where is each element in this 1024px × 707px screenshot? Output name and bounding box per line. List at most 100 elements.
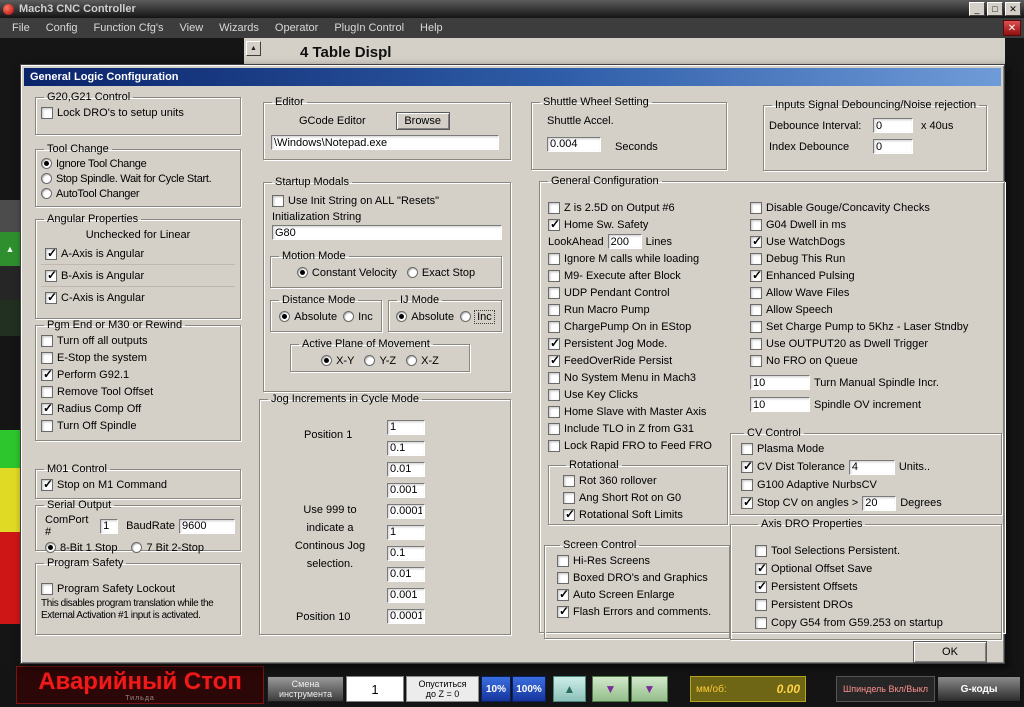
checkbox[interactable]	[563, 507, 575, 521]
menu-wizards[interactable]: Wizards	[211, 20, 267, 36]
feed-100-percent-button[interactable]: 100%	[512, 676, 546, 702]
text-input[interactable]	[387, 440, 425, 456]
checkbox[interactable]	[548, 353, 560, 367]
checkbox[interactable]	[272, 194, 284, 207]
checkbox[interactable]	[41, 334, 53, 347]
checkbox[interactable]	[41, 367, 53, 381]
scroll-up-icon[interactable]: ▲	[246, 41, 261, 56]
raise-button[interactable]: ▲	[553, 676, 586, 702]
checkbox[interactable]	[548, 336, 560, 350]
radio-button[interactable]	[279, 311, 291, 322]
checkbox[interactable]	[548, 217, 560, 231]
checkbox[interactable]	[750, 218, 762, 231]
checkbox[interactable]	[41, 106, 53, 119]
checkbox[interactable]	[557, 604, 569, 618]
text-input[interactable]	[750, 375, 810, 390]
text-input[interactable]	[862, 495, 897, 511]
menu-plugin-control[interactable]: PlugIn Control	[326, 20, 412, 36]
menu-operator[interactable]: Operator	[267, 20, 326, 36]
shuttle-accel-input[interactable]	[547, 136, 601, 152]
editor-path-input[interactable]	[271, 135, 499, 150]
radio-button[interactable]	[41, 188, 52, 199]
text-input[interactable]	[387, 566, 425, 582]
screen-close-icon[interactable]: ✕	[1003, 20, 1021, 36]
checkbox[interactable]	[41, 419, 53, 432]
tool-change-button[interactable]: Смена инструмента	[267, 676, 344, 702]
text-input[interactable]	[750, 397, 810, 412]
checkbox[interactable]	[750, 337, 762, 350]
checkbox[interactable]	[548, 439, 560, 452]
text-input[interactable]	[387, 461, 425, 477]
text-input[interactable]	[607, 234, 642, 249]
checkbox[interactable]	[741, 459, 753, 473]
debounce-interval-input[interactable]	[873, 118, 913, 133]
comport-input[interactable]	[100, 518, 119, 534]
checkbox[interactable]	[741, 443, 753, 455]
checkbox[interactable]	[750, 201, 762, 214]
radio-button[interactable]	[396, 311, 408, 322]
checkbox[interactable]	[557, 554, 569, 567]
text-input[interactable]	[387, 482, 425, 498]
checkbox[interactable]	[750, 303, 762, 316]
checkbox[interactable]	[741, 495, 753, 509]
checkbox[interactable]	[41, 385, 53, 398]
checkbox[interactable]	[563, 491, 575, 504]
spindle-toggle-button[interactable]: Шпиндель Вкл/Выкл	[836, 676, 935, 702]
lower-button-2[interactable]: ▼	[631, 676, 668, 702]
checkbox[interactable]	[750, 286, 762, 299]
ok-button[interactable]: OK	[913, 641, 987, 663]
checkbox[interactable]	[755, 545, 767, 557]
menu-view[interactable]: View	[172, 20, 212, 36]
radio-button[interactable]	[45, 542, 56, 553]
dialog-titlebar[interactable]: General Logic Configuration	[24, 68, 1001, 86]
text-input[interactable]	[387, 587, 425, 603]
checkbox[interactable]	[41, 401, 53, 415]
checkbox[interactable]	[741, 479, 753, 491]
checkbox[interactable]	[750, 354, 762, 367]
checkbox[interactable]	[755, 561, 767, 575]
gcodes-button[interactable]: G-коды	[937, 676, 1021, 702]
checkbox[interactable]	[563, 474, 575, 487]
minimize-button[interactable]: _	[969, 2, 985, 16]
checkbox[interactable]	[41, 582, 53, 595]
checkbox[interactable]	[548, 388, 560, 401]
radio-button[interactable]	[343, 311, 355, 322]
checkbox[interactable]	[557, 587, 569, 601]
radio-button[interactable]	[406, 267, 418, 278]
radio-button[interactable]	[460, 311, 472, 322]
window-titlebar[interactable]: Mach3 CNC Controller _ □ ✕	[0, 0, 1024, 18]
checkbox[interactable]	[557, 571, 569, 584]
radio-button[interactable]	[131, 542, 143, 553]
checkbox[interactable]	[548, 371, 560, 384]
checkbox[interactable]	[548, 303, 560, 316]
checkbox[interactable]	[755, 599, 767, 611]
checkbox[interactable]	[41, 477, 53, 491]
text-input[interactable]	[387, 545, 425, 561]
text-input[interactable]	[387, 419, 425, 435]
radio-button[interactable]	[296, 267, 308, 278]
close-button[interactable]: ✕	[1005, 2, 1021, 16]
checkbox[interactable]	[548, 405, 560, 418]
checkbox[interactable]	[755, 579, 767, 593]
menu-function-cfgs[interactable]: Function Cfg's	[86, 20, 172, 36]
checkbox[interactable]	[750, 234, 762, 248]
index-debounce-input[interactable]	[873, 139, 913, 154]
checkbox[interactable]	[548, 269, 560, 282]
feed-10-percent-button[interactable]: 10%	[481, 676, 511, 702]
lower-to-z0-button[interactable]: Опуститься до Z = 0	[406, 676, 479, 702]
init-string-input[interactable]	[272, 225, 502, 240]
checkbox[interactable]	[45, 246, 57, 260]
checkbox[interactable]	[45, 268, 57, 282]
text-input[interactable]	[387, 503, 425, 519]
browse-button[interactable]: Browse	[395, 112, 450, 130]
baudrate-input[interactable]	[179, 518, 235, 534]
checkbox[interactable]	[750, 268, 762, 282]
checkbox[interactable]	[548, 201, 560, 214]
radio-button[interactable]	[41, 158, 52, 169]
radio-button[interactable]	[321, 355, 333, 366]
emergency-stop-button[interactable]: Аварийный Стоп Тильда	[16, 666, 264, 704]
text-input[interactable]	[387, 524, 425, 540]
radio-button[interactable]	[364, 355, 376, 366]
menu-file[interactable]: File	[4, 20, 38, 36]
checkbox[interactable]	[548, 286, 560, 299]
